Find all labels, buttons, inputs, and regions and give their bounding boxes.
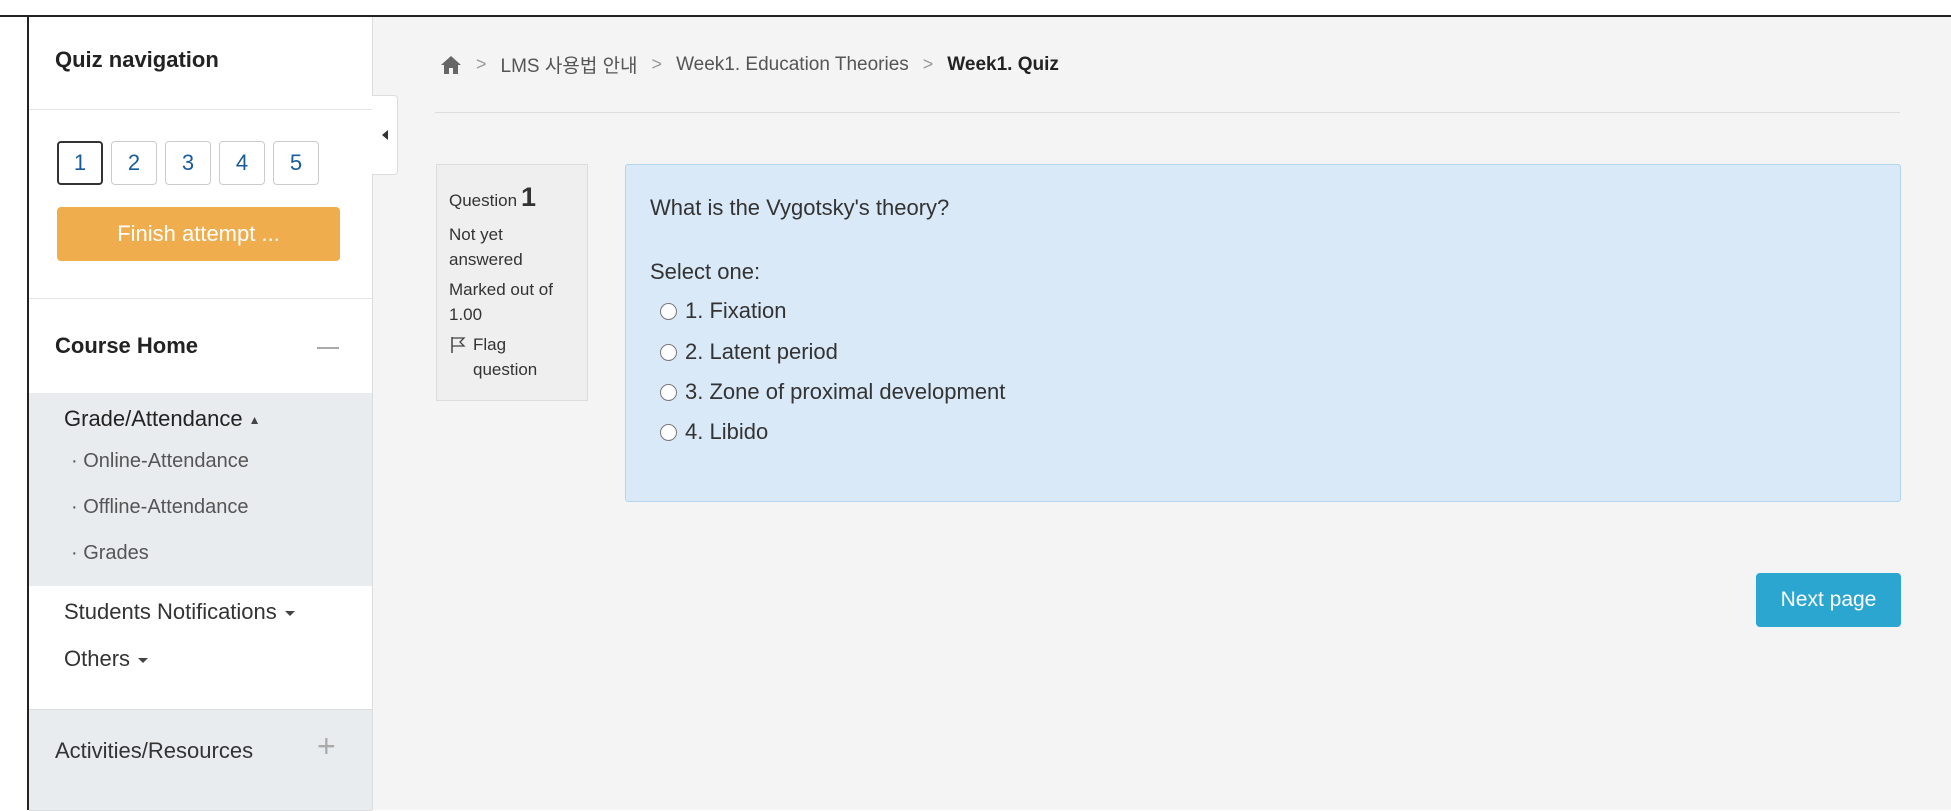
grade-attendance-label: Grade/Attendance (64, 406, 243, 431)
breadcrumb-item-week1-theories[interactable]: Week1. Education Theories (676, 54, 909, 76)
others-menu[interactable]: Others (64, 646, 149, 672)
breadcrumb-separator: > (476, 54, 487, 74)
breadcrumb-item-lms-guide[interactable]: LMS 사용법 안내 (501, 51, 638, 78)
question-button-3[interactable]: 3 (165, 141, 211, 185)
caret-down-icon (138, 657, 149, 663)
breadcrumb-separator: > (651, 54, 663, 74)
answer-label: 1. Fixation (685, 298, 787, 323)
breadcrumb-item-current: Week1. Quiz (947, 53, 1059, 75)
question-number: Question 1 (449, 177, 575, 218)
answer-option-1[interactable]: 1. Fixation (660, 298, 787, 324)
course-home-link[interactable]: Course Home (55, 333, 198, 359)
question-button-4[interactable]: 4 (219, 141, 265, 185)
answer-label: 2. Latent period (685, 339, 838, 364)
others-label: Others (64, 646, 131, 671)
sidebar-item-grades[interactable]: · Grades (71, 542, 149, 565)
divider (435, 112, 1900, 113)
flag-icon (451, 336, 466, 353)
activities-resources-section[interactable]: Activities/Resources + (29, 709, 372, 811)
sidebar-item-label: Grades (83, 542, 149, 564)
divider (29, 109, 372, 110)
finish-attempt-button[interactable]: Finish attempt ... (57, 207, 340, 261)
sidebar-item-label: Offline-Attendance (83, 496, 249, 518)
expand-plus-icon[interactable]: + (317, 730, 336, 762)
activities-resources-label: Activities/Resources (55, 738, 254, 763)
flag-label: Flag question (472, 334, 538, 380)
collapse-sidebar-button[interactable] (372, 95, 398, 175)
question-status: Not yet answered (449, 224, 523, 270)
sidebar-item-online-attendance[interactable]: · Online-Attendance (71, 450, 249, 473)
question-text: What is the Vygotsky's theory? (650, 195, 950, 220)
grade-attendance-menu[interactable]: Grade/Attendance ▲ (64, 406, 260, 432)
radio-button[interactable] (660, 383, 677, 401)
select-one-label: Select one: (650, 259, 761, 284)
sidebar-item-offline-attendance[interactable]: · Offline-Attendance (71, 496, 249, 519)
answer-option-4[interactable]: 4. Libido (660, 419, 768, 445)
answer-label: 4. Libido (685, 419, 769, 444)
students-notifications-menu[interactable]: Students Notifications (64, 599, 295, 625)
window-left-margin (0, 0, 28, 810)
quiz-navigation-title: Quiz navigation (55, 47, 219, 72)
main-content: > LMS 사용법 안내 > Week1. Education Theories… (373, 17, 1951, 810)
caret-down-icon (284, 610, 295, 616)
next-page-button[interactable]: Next page (1756, 573, 1901, 627)
question-button-2[interactable]: 2 (111, 141, 157, 185)
question-label: Question (449, 191, 518, 210)
home-icon[interactable] (440, 55, 462, 75)
answer-label: 3. Zone of proximal development (685, 379, 1006, 404)
flag-question-toggle[interactable]: Flag question (449, 332, 575, 383)
caret-left-icon (381, 130, 388, 140)
question-buttons: 1 2 3 4 5 (57, 141, 319, 185)
question-number-value: 1 (521, 182, 537, 212)
breadcrumb-separator: > (922, 54, 934, 74)
answer-option-3[interactable]: 3. Zone of proximal development (660, 379, 1005, 405)
question-button-5[interactable]: 5 (273, 141, 319, 185)
question-content: What is the Vygotsky's theory? Select on… (625, 164, 1901, 502)
sidebar-item-label: Online-Attendance (83, 450, 249, 472)
radio-button[interactable] (660, 302, 677, 320)
question-info-box: Question 1 Not yet answered Marked out of… (436, 164, 588, 401)
question-button-1[interactable]: 1 (57, 141, 103, 185)
divider (29, 298, 372, 299)
radio-button[interactable] (660, 343, 677, 361)
radio-button[interactable] (660, 423, 677, 441)
students-notifications-label: Students Notifications (64, 599, 277, 624)
quiz-sidebar: Quiz navigation 1 2 3 4 5 Finish attempt… (29, 17, 373, 811)
caret-up-icon: ▲ (248, 413, 261, 428)
question-marks: Marked out of 1.00 (449, 279, 553, 325)
breadcrumb: > LMS 사용법 안내 > Week1. Education Theories… (440, 51, 1059, 78)
collapse-minus-icon[interactable] (317, 347, 339, 349)
answer-option-2[interactable]: 2. Latent period (660, 339, 838, 365)
